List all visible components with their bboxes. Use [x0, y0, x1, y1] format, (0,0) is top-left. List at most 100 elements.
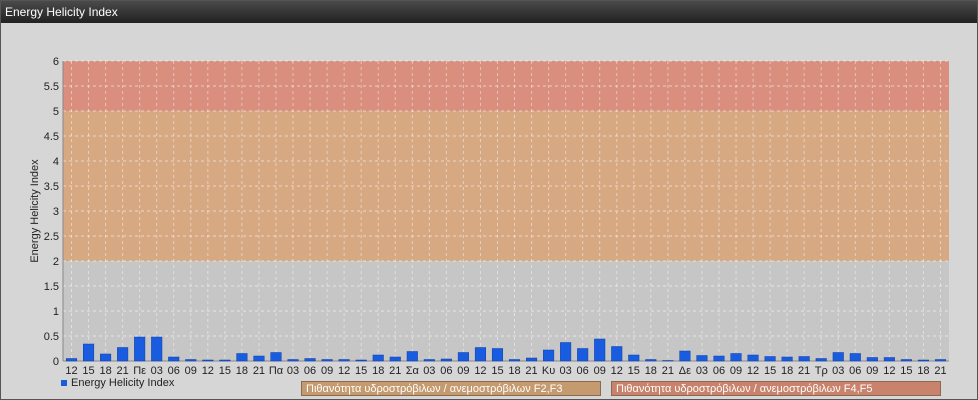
bar	[406, 351, 418, 362]
bar	[764, 356, 776, 362]
x-tick-label: 03	[696, 365, 708, 377]
bar	[355, 359, 367, 362]
bar	[508, 359, 521, 362]
x-tick-label: Δε	[679, 365, 691, 377]
bar	[236, 353, 248, 362]
bar	[423, 359, 435, 362]
bar	[202, 359, 214, 362]
x-tick-label: 06	[713, 365, 725, 377]
y-tick-label: 4.5	[44, 131, 59, 143]
bar	[917, 359, 929, 362]
y-tick-label: 3	[53, 206, 59, 218]
y-tick-labels: 0 0.5 1 1.5 2 2.5 3 3.5 4 4.5 5 5.5 6	[44, 56, 59, 368]
y-tick-label: 1.5	[44, 281, 59, 293]
x-tick-label: 18	[917, 365, 929, 377]
series-legend: Energy Helicity Index	[61, 377, 174, 389]
bar	[883, 357, 895, 362]
zone-legend-f4f5: Πιθανότητα υδροστρόβιλων / ανεμοστρόβιλω…	[611, 381, 941, 396]
bar	[611, 346, 623, 362]
y-tick-label: 6	[53, 56, 59, 68]
x-tick-label: 09	[594, 365, 606, 377]
bar	[168, 356, 180, 362]
chart-window: Energy Helicity Index 0 0.5 1 1.5 2 2.5 3 3.5 4 4…	[0, 0, 978, 400]
x-tick-label: 06	[849, 365, 861, 377]
bar	[934, 359, 947, 362]
bar	[117, 347, 129, 362]
x-tick-label: 12	[202, 365, 214, 377]
bar	[151, 336, 163, 362]
y-tick-label: 0.5	[44, 331, 59, 343]
bar	[577, 348, 589, 362]
x-tick-label: 15	[219, 365, 231, 377]
window-title: Energy Helicity Index	[1, 1, 977, 23]
x-tick-label: 21	[798, 365, 810, 377]
bar	[253, 355, 265, 362]
bar	[594, 338, 606, 362]
bar	[900, 359, 912, 362]
bar	[832, 352, 844, 362]
x-tick-label: 15	[355, 365, 367, 377]
bar	[304, 358, 316, 362]
y-axis-label: Energy Helicity Index	[29, 159, 41, 263]
y-tick-label: 5	[53, 106, 59, 118]
bar	[491, 348, 504, 362]
x-tick-label: 09	[321, 365, 333, 377]
x-tick-label: Πε	[133, 365, 146, 377]
bar	[372, 354, 384, 362]
bar	[219, 359, 231, 362]
bar	[730, 353, 742, 362]
x-tick-label: 12	[611, 365, 623, 377]
bar	[457, 352, 469, 362]
bar	[389, 356, 401, 362]
x-tick-label: 18	[508, 365, 520, 377]
x-tick-label: Τρ	[815, 365, 828, 377]
x-tick-label: 15	[82, 365, 94, 377]
x-tick-label: 21	[117, 365, 129, 377]
bar	[798, 356, 810, 362]
x-tick-label: 15	[491, 365, 503, 377]
bar	[645, 359, 657, 362]
x-tick-label: 15	[900, 365, 912, 377]
bar	[815, 358, 827, 362]
y-tick-label: 1	[53, 306, 59, 318]
x-tick-label: 03	[832, 365, 844, 377]
x-tick-label: 03	[423, 365, 435, 377]
y-tick-label: 3.5	[44, 181, 59, 193]
x-tick-label: 06	[577, 365, 589, 377]
y-tick-label: 0	[53, 356, 59, 368]
bar	[543, 349, 555, 362]
x-tick-labels: 12 15 18 21 Πε 03 06 09 12 15 18 21 Πα 03 06 09 12 15 18 21…	[65, 365, 946, 377]
chart-plot: 0 0.5 1 1.5 2 2.5 3 3.5 4 4.5 5 5.5 6 12 15 18 21 Πε 03 06…	[29, 56, 949, 377]
x-tick-label: 03	[151, 365, 163, 377]
x-tick-label: 21	[253, 365, 265, 377]
x-tick-label: 21	[525, 365, 537, 377]
x-tick-label: 06	[304, 365, 316, 377]
x-tick-label: Πα	[269, 365, 284, 377]
bar	[474, 347, 486, 362]
bar	[679, 350, 691, 362]
x-tick-label: 15	[764, 365, 776, 377]
bar	[696, 355, 708, 362]
x-tick-label: 21	[662, 365, 674, 377]
y-tick-label: 4	[53, 156, 59, 168]
y-tick-label: 2	[53, 256, 59, 268]
legend-label: Energy Helicity Index	[71, 377, 175, 389]
bar	[134, 336, 146, 362]
bar	[100, 353, 112, 362]
x-tick-label: 21	[934, 365, 946, 377]
x-tick-label: 12	[883, 365, 895, 377]
x-tick-label: 15	[628, 365, 640, 377]
x-tick-label: Σα	[406, 365, 420, 377]
x-tick-label: 09	[866, 365, 878, 377]
bar	[270, 352, 282, 362]
bar	[83, 343, 95, 362]
x-tick-label: 03	[287, 365, 299, 377]
bar	[560, 342, 572, 362]
x-tick-label: 09	[457, 365, 469, 377]
x-tick-label: Κυ	[542, 365, 555, 377]
x-tick-label: 12	[338, 365, 350, 377]
x-tick-label: 12	[65, 365, 77, 377]
bar	[185, 359, 197, 362]
x-tick-label: 18	[236, 365, 248, 377]
x-tick-label: 18	[99, 365, 111, 377]
